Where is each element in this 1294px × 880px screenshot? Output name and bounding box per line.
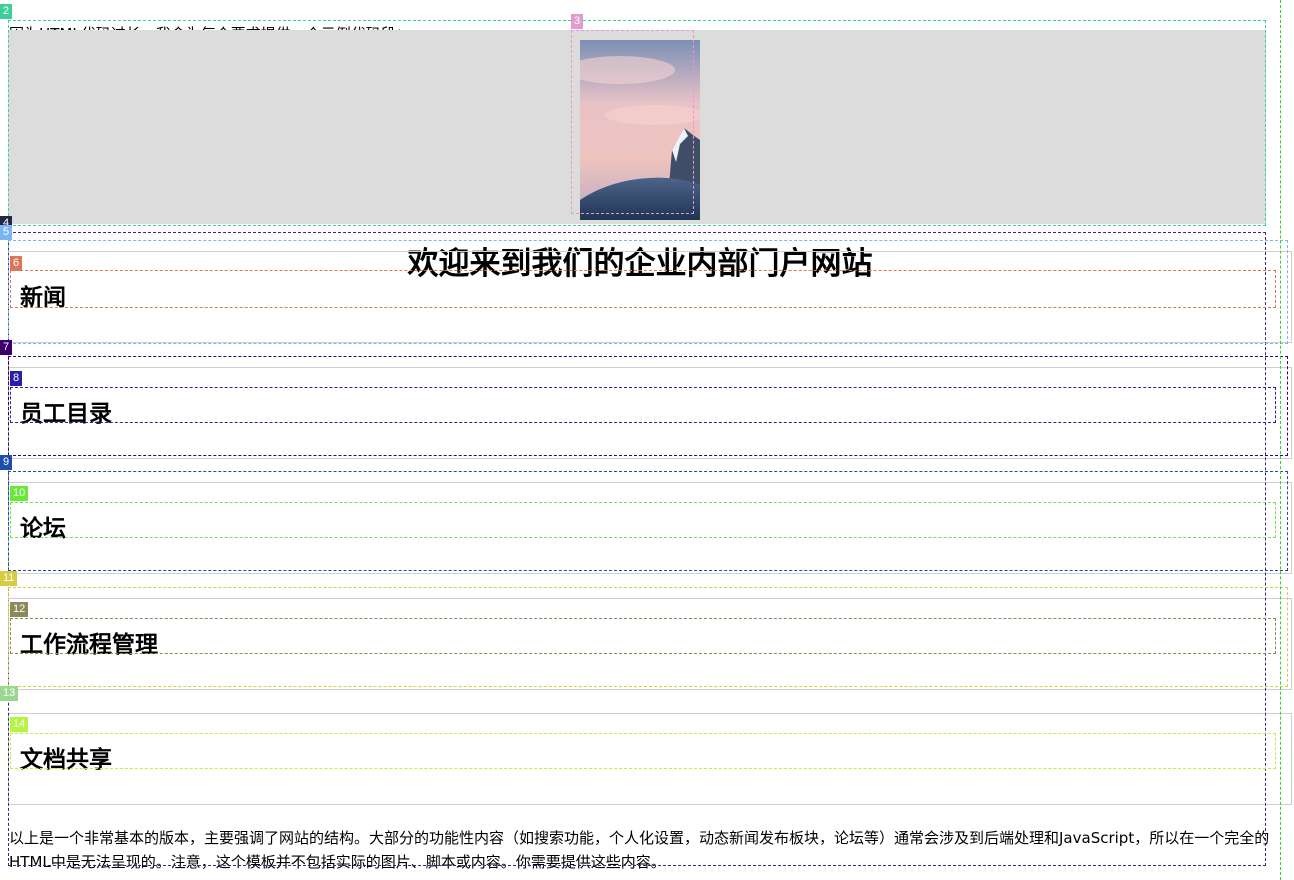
section-document-sharing: 文档共享 — [8, 713, 1292, 805]
section-title-document-sharing: 文档共享 — [20, 747, 112, 773]
section-title-workflow-management: 工作流程管理 — [20, 632, 158, 658]
footer-note: 以上是一个非常基本的版本，主要强调了网站的结构。大部分的功能性内容（如搜索功能，… — [9, 829, 1270, 871]
section-workflow-management: 工作流程管理 — [8, 598, 1292, 690]
section-title-employee-directory: 员工目录 — [20, 401, 112, 427]
overlay-tag: 5 — [0, 225, 13, 240]
hero-image — [580, 40, 700, 220]
overlay-tag: 2 — [0, 4, 13, 19]
page: 因为HTML代码过长，我会为每个要求提供一个示例代码段： — [0, 0, 1294, 880]
section-title-forum: 论坛 — [20, 516, 66, 542]
overlay-tag: 3 — [571, 14, 584, 29]
section-employee-directory: 员工目录 — [8, 367, 1292, 459]
section-news: 新闻 — [8, 251, 1292, 343]
hero-banner — [8, 30, 1266, 224]
section-forum: 论坛 — [8, 482, 1292, 574]
section-title-news: 新闻 — [20, 285, 66, 311]
mountain-sunset-photo-icon — [580, 40, 700, 220]
